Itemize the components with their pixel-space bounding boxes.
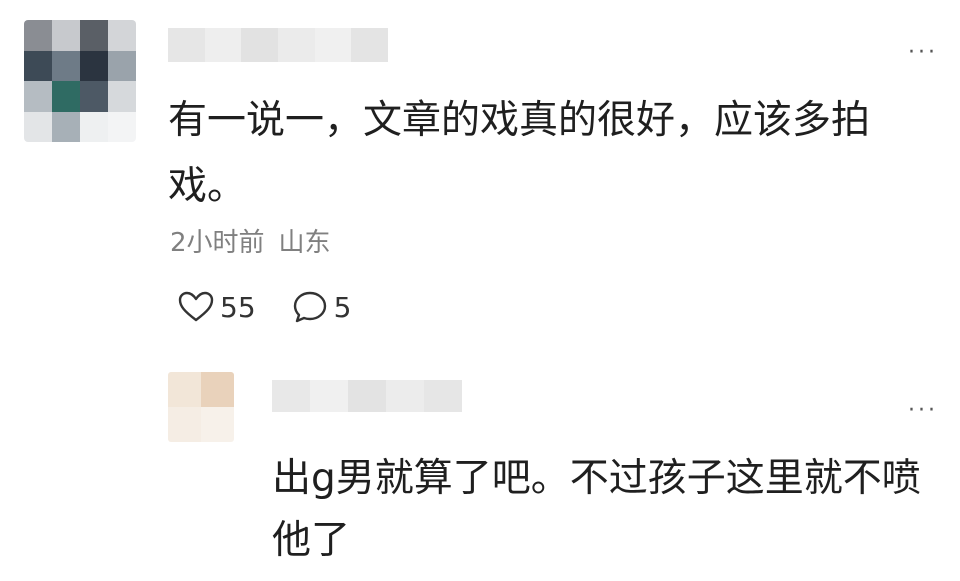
avatar-pixel: [52, 81, 80, 112]
reply-more-icon[interactable]: ···: [908, 400, 938, 422]
avatar-pixel: [24, 50, 52, 81]
avatar-pixel: [80, 20, 108, 51]
avatar-pixel: [168, 407, 201, 442]
avatar-pixel: [80, 111, 108, 142]
avatar-pixel: [24, 20, 52, 51]
avatar-pixel: [24, 81, 52, 112]
avatar-pixel: [201, 407, 234, 442]
avatar-pixel: [168, 372, 201, 407]
comment-bubble-icon: [293, 291, 326, 323]
reply: ··· 出g男就算了吧。不过孩子这里就不喷他了: [0, 360, 960, 581]
comment-text: 有一说一，文章的戏真的很好，应该多拍戏。: [168, 98, 871, 209]
avatar-pixel: [52, 111, 80, 142]
avatar-pixel: [108, 81, 136, 112]
avatar-pixel: [201, 372, 234, 407]
avatar-pixel: [108, 20, 136, 51]
like-button[interactable]: 55: [178, 291, 256, 324]
comment-time: 2小时前: [170, 228, 265, 258]
more-icon[interactable]: ···: [908, 42, 938, 64]
reply-button[interactable]: 5: [292, 290, 352, 324]
avatar-pixel: [108, 50, 136, 81]
avatar-pixel: [52, 20, 80, 51]
comment-location: 山东: [278, 228, 331, 258]
comment-meta: 2小时前 山东: [170, 222, 331, 259]
comment-actions: 55 5: [178, 290, 351, 324]
heart-icon: [178, 291, 214, 322]
reply-username-blurred[interactable]: [272, 380, 462, 412]
reply-text: 出g男就算了吧。不过孩子这里就不喷他了: [272, 456, 921, 563]
reply-count: 5: [333, 290, 352, 324]
comment: ··· 有一说一，文章的戏真的很好，应该多拍戏。 2小时前 山东 55 5: [0, 0, 960, 360]
avatar-pixel: [80, 81, 108, 112]
avatar-pixel: [24, 111, 52, 142]
reply-avatar[interactable]: [168, 372, 234, 442]
username-blurred[interactable]: [168, 28, 389, 62]
avatar-pixel: [80, 50, 108, 81]
avatar[interactable]: [24, 20, 136, 142]
avatar-pixel: [52, 50, 80, 81]
like-count: 55: [220, 290, 256, 324]
avatar-pixel: [108, 111, 136, 142]
